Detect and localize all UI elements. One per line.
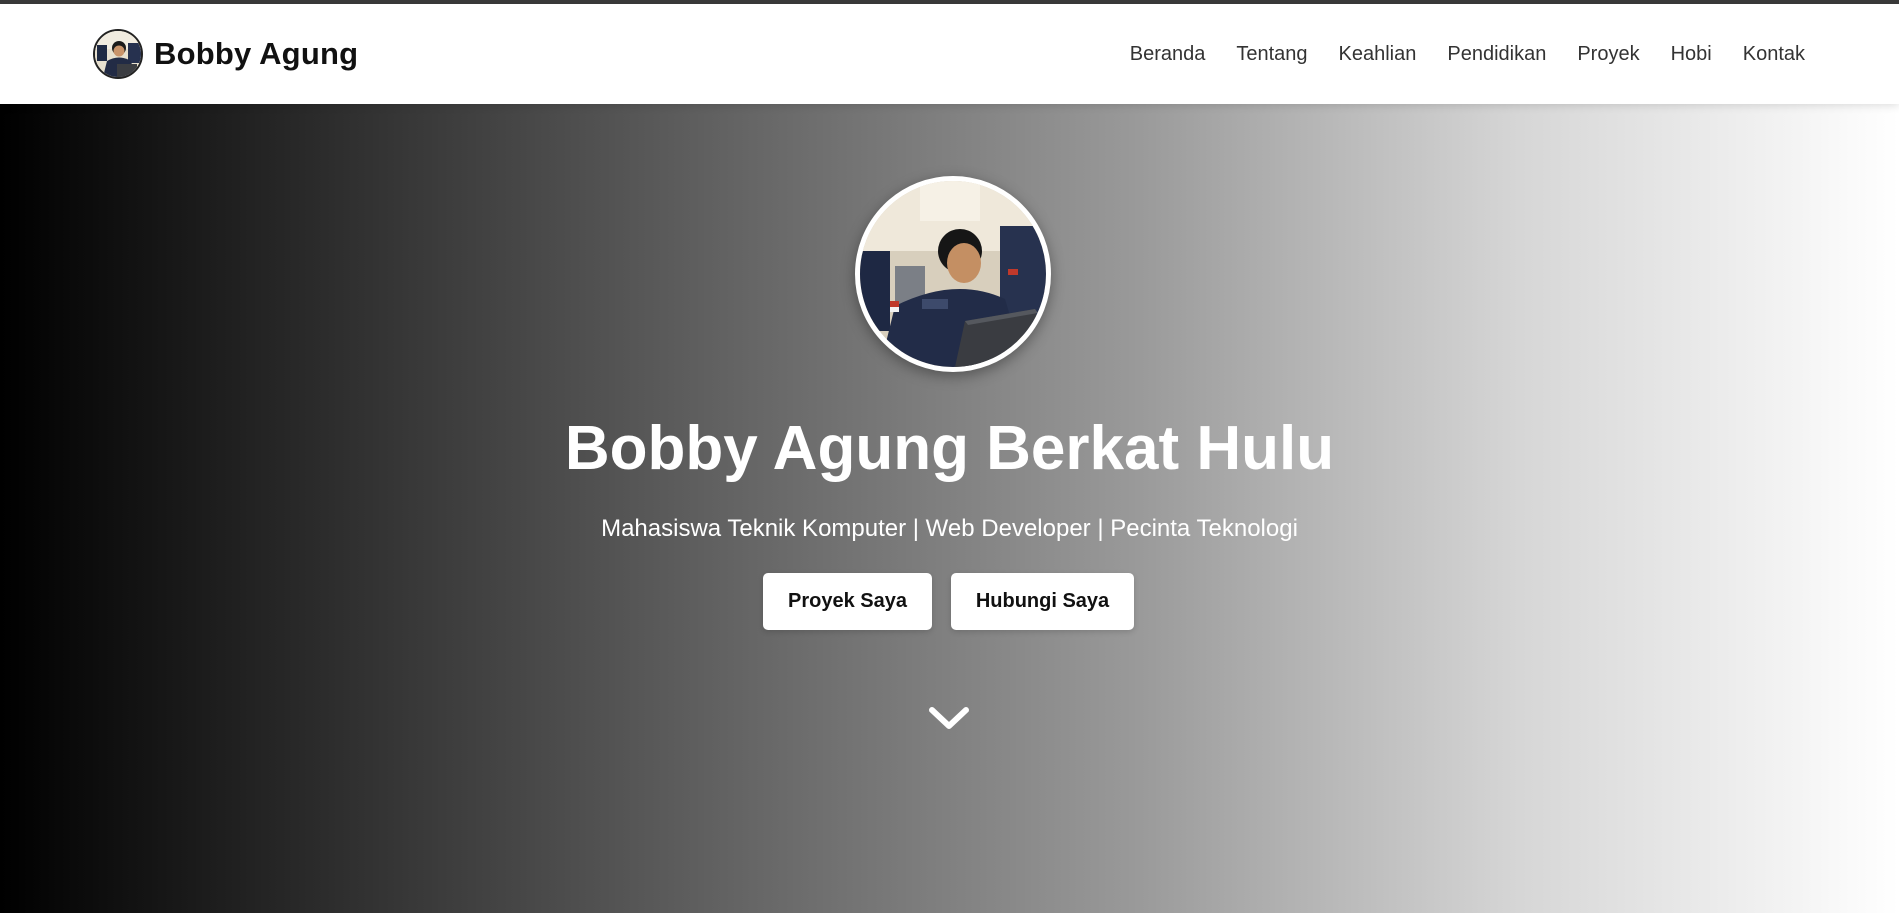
- nav-item-hobi[interactable]: Hobi: [1671, 42, 1712, 66]
- profile-photo-icon: [860, 181, 1046, 367]
- brand-link[interactable]: Bobby Agung: [93, 29, 358, 79]
- nav-item-proyek[interactable]: Proyek: [1577, 42, 1639, 66]
- nav-item-tentang[interactable]: Tentang: [1236, 42, 1307, 66]
- hero-section: Bobby Agung Berkat Hulu Mahasiswa Teknik…: [0, 104, 1899, 913]
- main-nav: Beranda Tentang Keahlian Pendidikan Proy…: [1099, 42, 1805, 66]
- nav-item-keahlian[interactable]: Keahlian: [1339, 42, 1417, 66]
- navbar: Bobby Agung Beranda Tentang Keahlian Pen…: [0, 4, 1899, 104]
- nav-item-pendidikan[interactable]: Pendidikan: [1447, 42, 1546, 66]
- hero-profile-photo: [855, 176, 1051, 372]
- brand-avatar: [93, 29, 143, 79]
- contact-button[interactable]: Hubungi Saya: [951, 573, 1134, 630]
- chevron-down-icon[interactable]: [928, 704, 970, 734]
- profile-photo-icon: [95, 31, 141, 77]
- brand-name: Bobby Agung: [154, 36, 359, 71]
- hero-subtitle: Mahasiswa Teknik Komputer | Web Develope…: [601, 515, 1298, 542]
- hero-title: Bobby Agung Berkat Hulu: [564, 414, 1335, 483]
- nav-item-beranda[interactable]: Beranda: [1130, 42, 1206, 66]
- nav-item-kontak[interactable]: Kontak: [1743, 42, 1805, 66]
- projects-button[interactable]: Proyek Saya: [763, 573, 932, 630]
